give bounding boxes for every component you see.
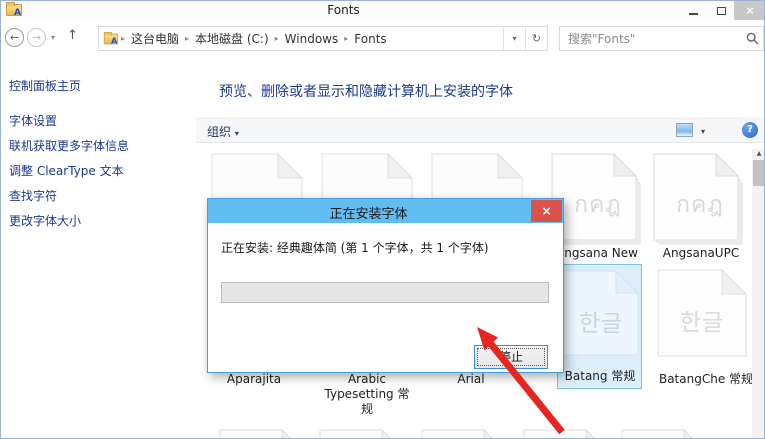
breadcrumb-fonts[interactable]: Fonts bbox=[350, 32, 390, 46]
history-dropdown-icon[interactable]: ▾ bbox=[51, 33, 55, 42]
font-item-page-icon: 한글 bbox=[563, 270, 639, 356]
crumb-separator-icon: ▸ bbox=[119, 34, 127, 43]
breadcrumb-this-pc[interactable]: 这台电脑 bbox=[127, 30, 183, 47]
help-icon[interactable]: ? bbox=[742, 122, 758, 138]
font-item-page-icon[interactable] bbox=[523, 429, 611, 439]
breadcrumb: A ▸ 这台电脑 ▸ 本地磁盘 (C:) ▸ Windows ▸ Fonts bbox=[99, 30, 503, 47]
font-item-label-aparajita[interactable]: Aparajita bbox=[204, 372, 304, 387]
page-title: 预览、删除或者显示和隐藏计算机上安装的字体 bbox=[219, 81, 513, 101]
font-preview-glyph: กคฎ bbox=[551, 187, 645, 223]
address-bar[interactable]: A ▸ 这台电脑 ▸ 本地磁盘 (C:) ▸ Windows ▸ Fonts ▾… bbox=[98, 26, 548, 51]
minimize-button[interactable] bbox=[681, 1, 705, 20]
sidebar-item-adjust-cleartype[interactable]: 调整 ClearType 文本 bbox=[9, 162, 124, 179]
label-line: 规 bbox=[317, 402, 417, 417]
view-thumbnail-icon[interactable] bbox=[676, 123, 693, 137]
search-box bbox=[559, 26, 764, 51]
install-status-text: 正在安装: 经典趣体简 (第 1 个字体，共 1 个字体) bbox=[221, 239, 489, 256]
sidebar-item-find-character[interactable]: 查找字符 bbox=[9, 187, 57, 204]
font-item-page-icon[interactable] bbox=[421, 429, 509, 439]
installing-fonts-dialog: 正在安装字体 × 正在安装: 经典趣体简 (第 1 个字体，共 1 个字体) 停… bbox=[207, 198, 564, 373]
dialog-title: 正在安装字体 bbox=[208, 203, 529, 222]
font-item-page-icon[interactable] bbox=[621, 429, 709, 439]
crumb-separator-icon: ▸ bbox=[342, 34, 350, 43]
font-item-batangche[interactable]: 한글 bbox=[657, 269, 747, 357]
font-item-angsana-new[interactable]: กคฎ bbox=[551, 153, 645, 249]
font-item-page-icon[interactable] bbox=[219, 429, 307, 439]
label-line: Typesetting 常 bbox=[317, 387, 417, 402]
address-dropdown-icon[interactable]: ▾ bbox=[503, 27, 525, 50]
navigation-bar: ← → ▾ ↑ A ▸ 这台电脑 ▸ 本地磁盘 (C:) ▸ Windows ▸… bbox=[1, 20, 765, 57]
sidebar-item-font-settings[interactable]: 字体设置 bbox=[9, 112, 57, 129]
back-button[interactable]: ← bbox=[5, 28, 24, 47]
font-item-label: Batang 常规 bbox=[550, 369, 650, 384]
maximize-button[interactable] bbox=[709, 1, 733, 20]
breadcrumb-local-disk[interactable]: 本地磁盘 (C:) bbox=[191, 30, 273, 47]
search-icon[interactable] bbox=[741, 32, 763, 45]
stop-button[interactable]: 停止 bbox=[474, 345, 548, 369]
forward-button[interactable]: → bbox=[27, 28, 46, 47]
font-item-label[interactable]: BatangChe 常规 bbox=[651, 372, 761, 387]
scroll-up-icon[interactable]: ▲ bbox=[752, 149, 765, 159]
refresh-icon[interactable]: ↻ bbox=[525, 27, 547, 50]
title-bar: A Fonts × bbox=[1, 1, 765, 20]
dialog-title-bar: 正在安装字体 × bbox=[208, 199, 563, 223]
up-button[interactable]: ↑ bbox=[67, 28, 78, 43]
sidebar-item-change-font-size[interactable]: 更改字体大小 bbox=[9, 212, 81, 229]
sidebar: 控制面板主页 字体设置 联机获取更多字体信息 调整 ClearType 文本 查… bbox=[1, 57, 196, 439]
toolbar: 组织 ▾ ▾ ? bbox=[196, 118, 765, 143]
breadcrumb-windows[interactable]: Windows bbox=[281, 32, 343, 46]
organize-dropdown-icon: ▾ bbox=[235, 129, 239, 138]
font-item-page-icon[interactable] bbox=[319, 429, 407, 439]
font-item-label-arial[interactable]: Arial bbox=[421, 372, 521, 387]
dialog-close-button[interactable]: × bbox=[531, 200, 562, 222]
scrollbar-thumb[interactable] bbox=[753, 160, 765, 186]
sidebar-item-get-more-fonts-online[interactable]: 联机获取更多字体信息 bbox=[9, 137, 129, 154]
close-button[interactable]: × bbox=[734, 1, 765, 20]
font-preview-glyph: 한글 bbox=[657, 303, 747, 337]
window-title: Fonts bbox=[1, 3, 686, 17]
label-line: Arabic bbox=[317, 372, 417, 387]
font-preview-glyph: กคฎ bbox=[653, 187, 747, 223]
search-input[interactable] bbox=[560, 32, 741, 46]
font-item-batang-selected[interactable]: 한글 Batang 常规 bbox=[557, 264, 642, 389]
organize-button[interactable]: 组织 ▾ bbox=[207, 123, 239, 140]
address-folder-icon: A bbox=[104, 33, 118, 44]
view-dropdown-icon[interactable]: ▾ bbox=[701, 127, 705, 136]
font-preview-glyph: 한글 bbox=[563, 304, 639, 338]
font-item-angsanaupc[interactable]: กคฎ bbox=[653, 153, 747, 249]
fonts-window: A Fonts × ← → ▾ ↑ A ▸ 这台电脑 ▸ 本地磁盘 (C:) ▸… bbox=[0, 0, 765, 439]
font-item-label-arabic-typesetting[interactable]: Arabic Typesetting 常 规 bbox=[317, 372, 417, 417]
crumb-separator-icon: ▸ bbox=[183, 34, 191, 43]
crumb-separator-icon: ▸ bbox=[273, 34, 281, 43]
install-progress-bar bbox=[221, 282, 549, 303]
scrollbar[interactable]: ▲ bbox=[752, 149, 765, 439]
sidebar-item-control-panel-home[interactable]: 控制面板主页 bbox=[9, 77, 81, 94]
